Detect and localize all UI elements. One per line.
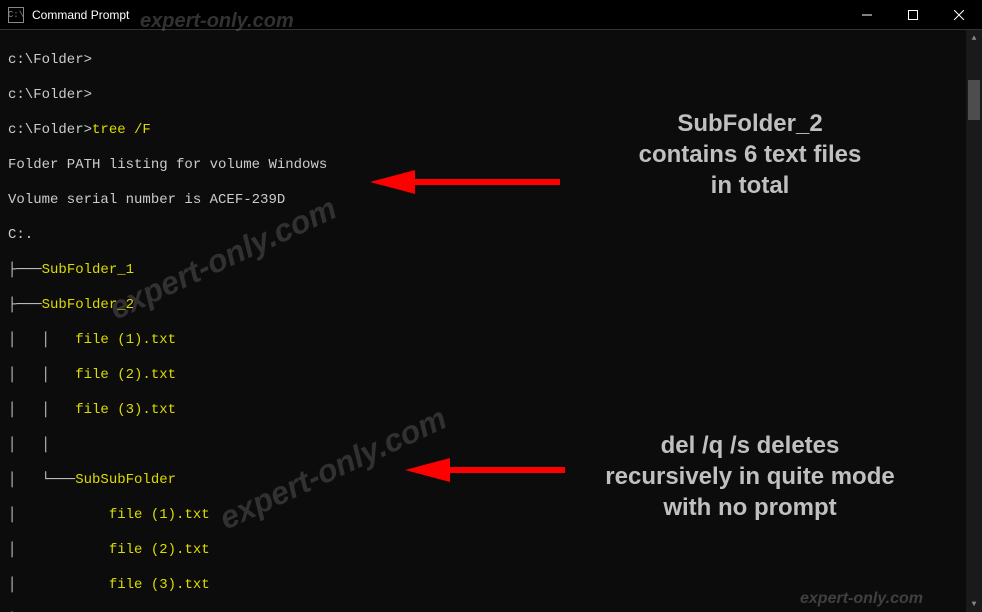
tree-line: │ file (3).txt: [8, 577, 974, 595]
cmd-icon: C:\: [8, 7, 24, 23]
output-line: C:.: [8, 227, 974, 245]
terminal-output[interactable]: c:\Folder> c:\Folder> c:\Folder>tree /F …: [0, 30, 982, 612]
titlebar: C:\ Command Prompt: [0, 0, 982, 30]
cmd-line: c:\Folder>tree /F: [8, 122, 974, 140]
prompt-line: c:\Folder>: [8, 87, 974, 105]
tree-line: │ │ file (3).txt: [8, 402, 974, 420]
close-button[interactable]: [936, 0, 982, 29]
scroll-down-icon[interactable]: ▼: [966, 596, 982, 612]
tree-line: │ └───SubSubFolder: [8, 472, 974, 490]
tree-line: │ file (2).txt: [8, 542, 974, 560]
window-controls: [844, 0, 982, 29]
tree-line: │ │ file (1).txt: [8, 332, 974, 350]
tree-line: │ file (1).txt: [8, 507, 974, 525]
tree-line: │ │ file (2).txt: [8, 367, 974, 385]
output-line: Folder PATH listing for volume Windows: [8, 157, 974, 175]
prompt-line: c:\Folder>: [8, 52, 974, 70]
tree-line: │ │: [8, 437, 974, 455]
minimize-button[interactable]: [844, 0, 890, 29]
output-line: Volume serial number is ACEF-239D: [8, 192, 974, 210]
tree-line: ├───SubFolder_2: [8, 297, 974, 315]
window-title: Command Prompt: [32, 8, 844, 22]
scroll-up-icon[interactable]: ▲: [966, 30, 982, 46]
tree-line: ├───SubFolder_1: [8, 262, 974, 280]
maximize-button[interactable]: [890, 0, 936, 29]
scrollbar-thumb[interactable]: [968, 80, 980, 120]
scrollbar[interactable]: ▲ ▼: [966, 30, 982, 612]
